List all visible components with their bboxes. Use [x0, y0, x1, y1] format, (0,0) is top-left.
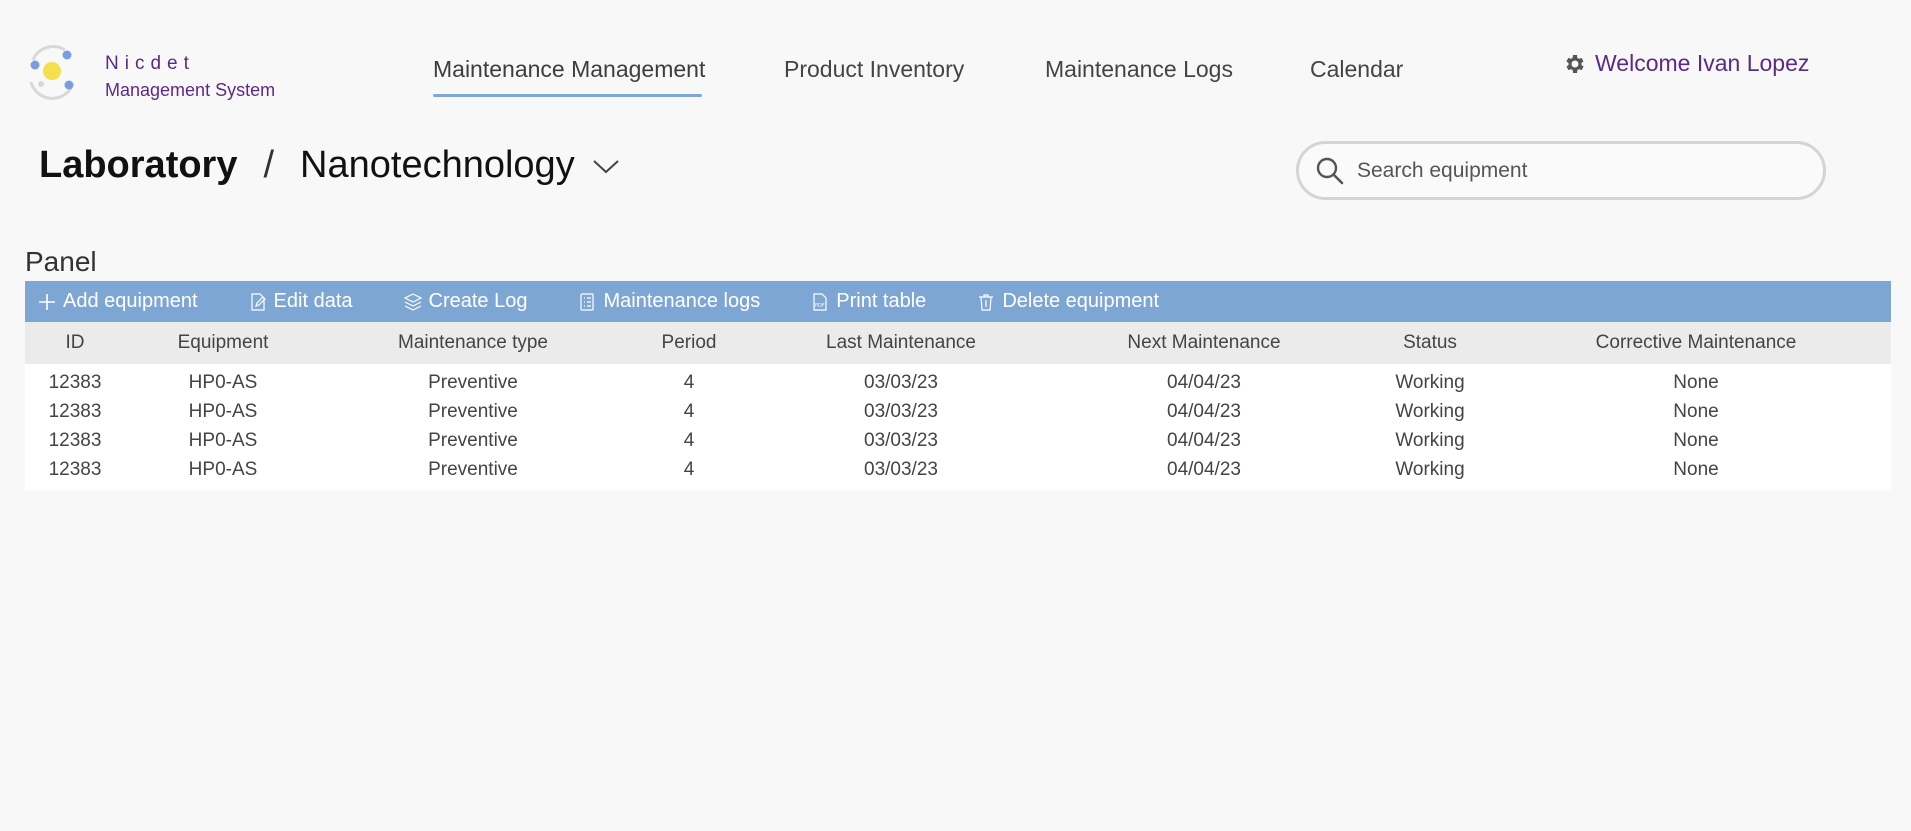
nav-maintenance-management[interactable]: Maintenance Management [433, 54, 705, 84]
cell-corrective-maintenance: None [1673, 400, 1719, 422]
column-header-id[interactable]: ID [25, 332, 125, 354]
table-body: 12383 HP0-AS Preventive 4 03/03/23 04/04… [25, 364, 1891, 490]
table-row[interactable]: 12383 HP0-AS Preventive 4 03/03/23 04/04… [25, 455, 1891, 484]
table-row[interactable]: 12383 HP0-AS Preventive 4 03/03/23 04/04… [25, 397, 1891, 426]
cell-equipment: HP0-AS [188, 458, 258, 480]
cell-last-maintenance: 03/03/23 [864, 371, 938, 393]
cell-period: 4 [683, 458, 695, 480]
cell-period: 4 [683, 400, 695, 422]
delete-equipment-label: Delete equipment [1002, 290, 1160, 312]
cell-equipment: HP0-AS [188, 371, 258, 393]
gear-icon [1566, 54, 1584, 73]
edit-icon [250, 292, 266, 311]
brand-name: Nicdet [105, 53, 195, 74]
create-log-label: Create Log [428, 290, 528, 312]
cell-maintenance-type: Preventive [428, 429, 518, 451]
column-header-corrective-maintenance[interactable]: Corrective Maintenance [1501, 332, 1891, 354]
cell-maintenance-type: Preventive [428, 458, 518, 480]
nav-maintenance-logs[interactable]: Maintenance Logs [1045, 54, 1233, 84]
cell-id: 12383 [48, 371, 102, 393]
print-table-label: Print table [836, 290, 927, 312]
cell-next-maintenance: 04/04/23 [1167, 429, 1241, 451]
cell-maintenance-type: Preventive [428, 371, 518, 393]
search-icon [1316, 157, 1344, 184]
cell-next-maintenance: 04/04/23 [1167, 400, 1241, 422]
search-box [1296, 141, 1826, 200]
cell-equipment: HP0-AS [188, 429, 258, 451]
logo-icon [29, 45, 74, 100]
table-header: ID Equipment Maintenance type Period Las… [25, 322, 1891, 364]
column-header-next-maintenance[interactable]: Next Maintenance [1049, 332, 1359, 354]
user-menu[interactable]: Welcome Ivan Lopez [1563, 50, 1809, 77]
cell-id: 12383 [48, 458, 102, 480]
edit-data-label: Edit data [273, 290, 353, 312]
cell-next-maintenance: 04/04/23 [1167, 371, 1241, 393]
print-table-button[interactable]: PDF Print table [810, 290, 926, 313]
cell-last-maintenance: 03/03/23 [864, 429, 938, 451]
cell-corrective-maintenance: None [1673, 371, 1719, 393]
cell-equipment: HP0-AS [188, 400, 258, 422]
cell-id: 12383 [48, 400, 102, 422]
layers-icon [403, 292, 422, 311]
cell-id: 12383 [48, 429, 102, 451]
chevron-down-icon[interactable] [591, 156, 621, 176]
breadcrumb: Laboratory / Nanotechnology [39, 144, 621, 187]
panel-toolbar: Add equipment Edit data Create Log Maint… [25, 281, 1891, 322]
svg-text:PDF: PDF [815, 303, 825, 309]
column-header-status[interactable]: Status [1359, 332, 1501, 354]
nav-active-indicator [433, 94, 702, 97]
cell-next-maintenance: 04/04/23 [1167, 458, 1241, 480]
cell-status: Working [1395, 371, 1465, 393]
cell-status: Working [1395, 400, 1465, 422]
add-equipment-button[interactable]: Add equipment [37, 290, 198, 313]
breadcrumb-current[interactable]: Nanotechnology [300, 144, 575, 187]
table-row[interactable]: 12383 HP0-AS Preventive 4 03/03/23 04/04… [25, 426, 1891, 455]
cell-last-maintenance: 03/03/23 [864, 400, 938, 422]
cell-status: Working [1395, 429, 1465, 451]
add-equipment-label: Add equipment [63, 290, 198, 312]
pdf-icon: PDF [813, 292, 827, 311]
cell-last-maintenance: 03/03/23 [864, 458, 938, 480]
column-header-last-maintenance[interactable]: Last Maintenance [753, 332, 1049, 354]
delete-equipment-button[interactable]: Delete equipment [976, 290, 1159, 313]
nav-product-inventory[interactable]: Product Inventory [784, 54, 964, 84]
brand-subtitle: Management System [105, 80, 276, 100]
nav-calendar[interactable]: Calendar [1310, 54, 1403, 84]
welcome-text: Welcome Ivan Lopez [1595, 50, 1810, 76]
cell-period: 4 [683, 429, 695, 451]
column-header-equipment[interactable]: Equipment [125, 332, 321, 354]
edit-data-button[interactable]: Edit data [248, 290, 353, 313]
cell-corrective-maintenance: None [1673, 458, 1719, 480]
cell-maintenance-type: Preventive [428, 400, 518, 422]
brand: Nicdet Management System [105, 52, 275, 102]
column-header-period[interactable]: Period [625, 332, 753, 354]
maintenance-logs-button[interactable]: Maintenance logs [577, 290, 760, 313]
table-row[interactable]: 12383 HP0-AS Preventive 4 03/03/23 04/04… [25, 368, 1891, 397]
panel-title: Panel [25, 246, 97, 277]
maintenance-logs-label: Maintenance logs [603, 290, 761, 312]
trash-icon [979, 293, 994, 311]
cell-corrective-maintenance: None [1673, 429, 1719, 451]
cell-period: 4 [683, 371, 695, 393]
equipment-table: ID Equipment Maintenance type Period Las… [25, 322, 1891, 490]
search-input[interactable] [1357, 158, 1797, 183]
create-log-button[interactable]: Create Log [403, 290, 528, 313]
breadcrumb-root[interactable]: Laboratory [39, 144, 237, 187]
plus-icon [39, 293, 55, 310]
breadcrumb-separator: / [263, 144, 275, 186]
list-icon [580, 292, 595, 311]
cell-status: Working [1395, 458, 1465, 480]
column-header-maintenance-type[interactable]: Maintenance type [321, 332, 625, 354]
